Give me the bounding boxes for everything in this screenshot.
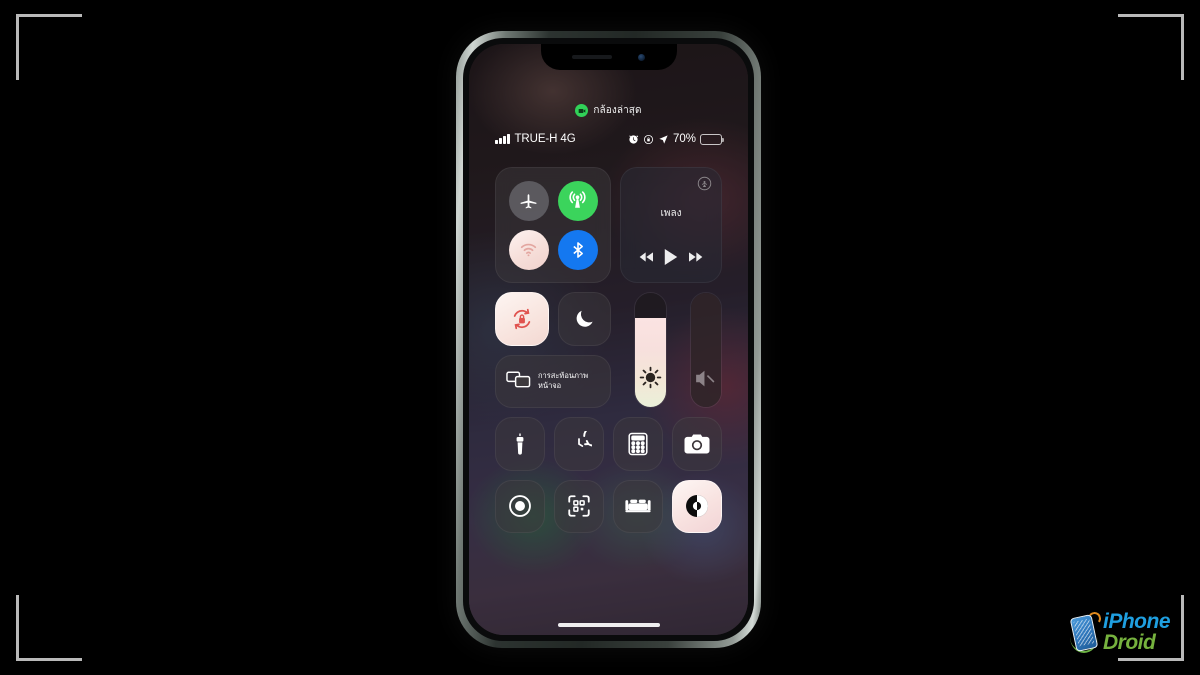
now-playing-module[interactable]: เพลง [620, 167, 722, 283]
rotation-lock-icon [643, 134, 654, 145]
row2-spacer [620, 292, 625, 408]
status-bar-right: 70% [628, 133, 724, 145]
do-not-disturb-toggle[interactable] [557, 292, 611, 346]
rotation-lock-icon [513, 308, 530, 329]
device-screen[interactable]: กล้องล่าสุด TRUE-H 4G 70% เพลง การสะท้อน… [469, 44, 748, 635]
connectivity-module[interactable] [495, 167, 611, 283]
lock-dnd-pair [495, 292, 611, 346]
screen-mirroring-icon [506, 369, 531, 394]
recent-camera-indicator: กล้องล่าสุด [469, 103, 748, 118]
watermark-brand-droid: Droid [1103, 631, 1156, 654]
watermark-text: iPhone Droid [1103, 610, 1171, 654]
bluetooth-toggle[interactable] [557, 229, 598, 270]
calculator-icon [628, 432, 648, 455]
screen-mirroring-button[interactable]: การสะท้อนภาพ หน้าจอ [495, 354, 611, 408]
iphone-device-frame: กล้องล่าสุด TRUE-H 4G 70% เพลง การสะท้อน… [456, 31, 761, 648]
calculator-button[interactable] [613, 417, 663, 471]
control-center[interactable]: เพลง การสะท้อนภาพ หน้าจอ [495, 167, 722, 533]
rotation-lock-toggle[interactable] [495, 292, 549, 346]
timer-button[interactable] [554, 417, 604, 471]
airplay-audio-icon[interactable] [697, 176, 712, 196]
camera-icon [684, 434, 710, 454]
alarm-clock-icon [628, 134, 639, 145]
brightness-icon [635, 364, 665, 391]
home-indicator[interactable] [557, 622, 660, 627]
media-controls [621, 248, 721, 266]
sleep-mode-button[interactable] [613, 479, 663, 533]
status-bar-left: TRUE-H 4G [495, 133, 576, 145]
camera-button[interactable] [672, 417, 722, 471]
bed-icon [625, 499, 651, 513]
screen-record-icon [509, 495, 531, 518]
carrier-label: TRUE-H 4G [514, 133, 576, 145]
now-playing-title: เพลง [660, 208, 682, 219]
screenshot-canvas: กล้องล่าสุด TRUE-H 4G 70% เพลง การสะท้อน… [0, 0, 1200, 675]
control-center-row-3 [495, 417, 722, 471]
timer-icon [578, 430, 592, 447]
location-arrow-icon [658, 134, 669, 145]
slider-spacer [676, 292, 681, 408]
cellular-bars-icon [495, 134, 510, 144]
cellular-data-toggle[interactable] [557, 180, 598, 221]
bluetooth-icon [572, 241, 583, 258]
battery-icon [700, 133, 724, 145]
volume-mute-icon [691, 366, 721, 391]
qr-code-icon [568, 495, 590, 517]
row2-left-column: การสะท้อนภาพ หน้าจอ [495, 292, 611, 408]
phone-logo-icon [1069, 611, 1102, 655]
brightness-fill [635, 318, 666, 407]
rewind-icon [639, 252, 653, 262]
airplane-icon [520, 194, 537, 209]
mirroring-label-line2: หน้าจอ [538, 381, 562, 391]
front-camera-icon [638, 53, 645, 61]
airplane-mode-toggle[interactable] [508, 180, 549, 221]
fast-forward-icon [689, 252, 703, 262]
control-center-row-2: การสะท้อนภาพ หน้าจอ [495, 292, 722, 408]
rewind-button[interactable] [639, 251, 655, 263]
watermark-brand-iphone: iPhone [1103, 610, 1171, 634]
wifi-toggle[interactable] [508, 229, 549, 270]
flashlight-button[interactable] [495, 417, 545, 471]
control-center-row-1: เพลง [495, 167, 722, 283]
volume-slider[interactable] [689, 292, 722, 408]
fast-forward-button[interactable] [687, 251, 703, 263]
moon-icon [576, 310, 593, 328]
qr-scanner-button[interactable] [554, 479, 604, 533]
flashlight-icon [516, 433, 524, 455]
earpiece-speaker [572, 55, 612, 59]
wifi-icon [520, 243, 537, 257]
control-center-row-4 [495, 479, 722, 533]
dark-mode-contrast-icon [686, 495, 708, 518]
site-watermark: iPhone Droid [1069, 605, 1186, 661]
play-icon [664, 249, 678, 265]
recent-camera-label: กล้องล่าสุด [593, 105, 642, 116]
brightness-slider[interactable] [634, 292, 667, 408]
status-bar: TRUE-H 4G 70% [469, 131, 748, 147]
battery-percent-label: 70% [672, 133, 696, 145]
cellular-antenna-icon [569, 191, 586, 208]
notch [540, 44, 677, 70]
play-button[interactable] [663, 248, 679, 266]
camera-recording-icon [575, 104, 589, 117]
mirroring-label-line1: การสะท้อนภาพ [538, 371, 589, 381]
screen-recording-button[interactable] [495, 479, 545, 533]
screen-mirroring-label: การสะท้อนภาพ หน้าจอ [538, 371, 588, 391]
device-bezel: กล้องล่าสุด TRUE-H 4G 70% เพลง การสะท้อน… [463, 38, 754, 641]
dark-mode-button[interactable] [672, 479, 722, 533]
